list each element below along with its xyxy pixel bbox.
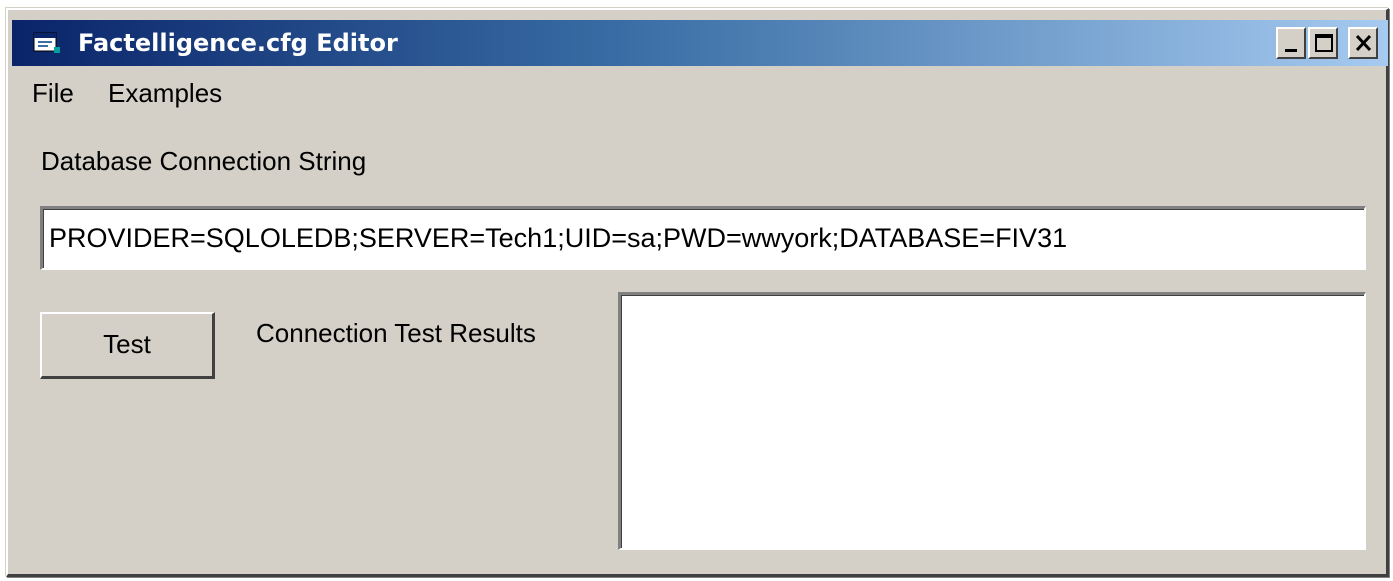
maximize-button[interactable] [1308,27,1338,59]
connection-string-label: Database Connection String [41,146,367,176]
close-icon [1355,34,1372,52]
test-button[interactable]: Test [40,312,215,379]
connection-test-results-label: Connection Test Results [256,318,536,348]
minimize-button[interactable] [1276,27,1306,59]
menu-file[interactable]: File [32,78,74,109]
connection-test-results-box[interactable] [618,292,1366,550]
app-icon[interactable] [32,30,64,56]
maximize-icon [1315,34,1333,52]
connection-string-input[interactable] [40,206,1366,270]
minimize-icon [1285,49,1297,52]
title-bar[interactable]: Factelligence.cfg Editor [12,20,1388,66]
close-button[interactable] [1348,27,1378,59]
window-title: Factelligence.cfg Editor [78,29,398,57]
menu-examples[interactable]: Examples [108,78,222,109]
